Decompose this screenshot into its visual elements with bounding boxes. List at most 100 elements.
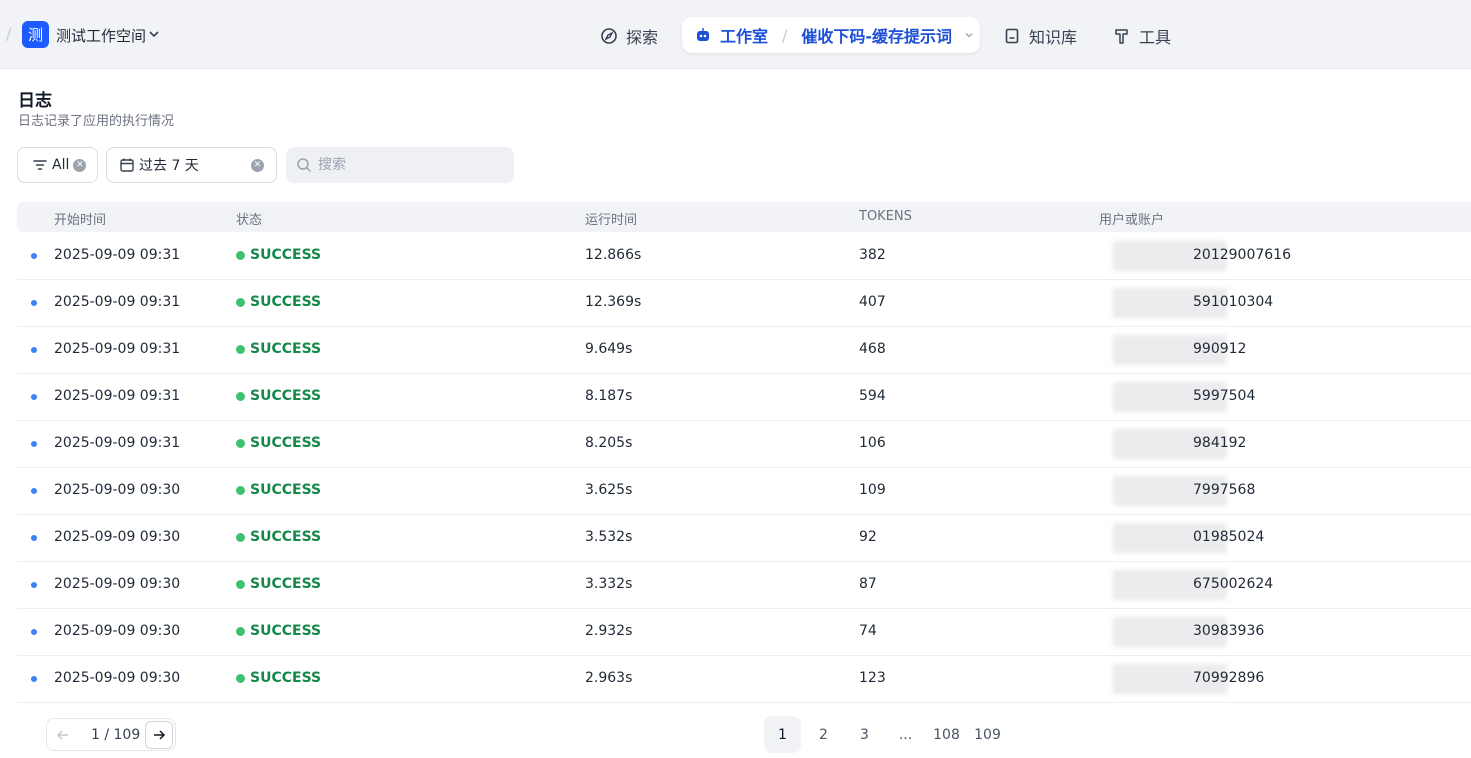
runtime: 2.963s xyxy=(585,670,633,686)
tokens: 123 xyxy=(859,670,886,686)
breadcrumb-separator: / xyxy=(782,25,788,45)
next-page-button[interactable] xyxy=(145,720,173,749)
tokens: 382 xyxy=(859,247,886,263)
clear-icon[interactable]: ✕ xyxy=(251,159,264,172)
date-range-filter[interactable]: 过去 7 天 ✕ xyxy=(106,147,277,183)
search-icon xyxy=(297,158,311,172)
start-time: 2025-09-09 09:30 xyxy=(54,576,181,592)
calendar-icon xyxy=(120,158,134,172)
status-badge: SUCCESS xyxy=(236,388,321,404)
table-row[interactable]: 2025-09-09 09:31 SUCCESS 12.369s 407 5910103… xyxy=(17,280,1471,327)
page-indicator: 1 / 109 xyxy=(91,726,141,743)
nav-studio[interactable]: 工作室 / 催收下码-缓存提示词 xyxy=(682,17,980,53)
status-badge: SUCCESS xyxy=(236,482,321,498)
tokens: 407 xyxy=(859,294,886,310)
table-row[interactable]: 2025-09-09 09:31 SUCCESS 8.187s 594 5997504 xyxy=(17,374,1471,421)
tokens: 92 xyxy=(859,529,877,545)
success-dot-icon xyxy=(236,626,245,636)
success-dot-icon xyxy=(236,344,245,354)
success-dot-icon xyxy=(236,673,245,683)
user-account: 01985024 xyxy=(1193,529,1265,545)
runtime: 3.625s xyxy=(585,482,633,498)
chevron-down-icon[interactable] xyxy=(148,28,160,40)
column-header-runtime[interactable]: 运行时间 xyxy=(585,209,637,228)
nav-tools[interactable]: 工具 xyxy=(1113,24,1171,48)
runtime: 9.649s xyxy=(585,341,633,357)
column-header-user[interactable]: 用户或账户 xyxy=(1099,209,1164,228)
page-number-button[interactable]: 1 xyxy=(764,716,801,753)
unread-dot xyxy=(31,488,37,494)
table-row[interactable]: 2025-09-09 09:30 SUCCESS 3.332s 87 675002624 xyxy=(17,562,1471,609)
previous-page-button[interactable] xyxy=(49,721,77,749)
start-time: 2025-09-09 09:30 xyxy=(54,529,181,545)
table-row[interactable]: 2025-09-09 09:30 SUCCESS 3.625s 109 7997568 xyxy=(17,468,1471,515)
nav-explore[interactable]: 探索 xyxy=(600,24,658,48)
page-navigator: 1 / 109 xyxy=(46,718,176,751)
page-number-button[interactable]: 108 xyxy=(928,716,965,753)
book-icon xyxy=(1005,28,1019,44)
tokens: 74 xyxy=(859,623,877,639)
search-box[interactable] xyxy=(286,147,514,183)
log-table-body: 2025-09-09 09:31 SUCCESS 12.866s 382 2012900… xyxy=(17,233,1471,703)
runtime: 2.932s xyxy=(585,623,633,639)
page-subtitle: 日志记录了应用的执行情况 xyxy=(18,114,175,129)
page-number-button[interactable]: 2 xyxy=(805,716,842,753)
user-account: 591010304 xyxy=(1193,294,1274,310)
workspace-avatar[interactable]: 测 xyxy=(22,21,49,48)
status-badge: SUCCESS xyxy=(236,623,321,639)
workspace-name[interactable]: 测试工作空间 xyxy=(56,25,146,46)
chevron-down-icon[interactable] xyxy=(964,30,974,40)
app-selector[interactable]: 催收下码-缓存提示词 xyxy=(801,23,952,47)
page-number-button[interactable]: 3 xyxy=(846,716,883,753)
clear-icon[interactable]: ✕ xyxy=(73,158,87,172)
tokens: 87 xyxy=(859,576,877,592)
success-dot-icon xyxy=(236,438,245,448)
start-time: 2025-09-09 09:31 xyxy=(54,294,181,310)
user-account: 70992896 xyxy=(1193,670,1265,686)
unread-dot xyxy=(31,582,37,588)
arrow-left-icon xyxy=(56,729,68,740)
success-dot-icon xyxy=(236,297,245,307)
column-header-status[interactable]: 状态 xyxy=(236,209,262,228)
unread-dot xyxy=(31,676,37,682)
table-row[interactable]: 2025-09-09 09:31 SUCCESS 8.205s 106 984192 xyxy=(17,421,1471,468)
status-badge: SUCCESS xyxy=(236,341,321,357)
compass-icon xyxy=(601,28,617,44)
unread-dot xyxy=(31,535,37,541)
hammer-icon xyxy=(1115,29,1128,44)
search-input[interactable] xyxy=(318,157,498,173)
table-row[interactable]: 2025-09-09 09:30 SUCCESS 3.532s 92 01985024 xyxy=(17,515,1471,562)
unread-dot xyxy=(31,629,37,635)
user-account: 984192 xyxy=(1193,435,1247,451)
nav-knowledge[interactable]: 知识库 xyxy=(1003,24,1077,48)
unread-dot xyxy=(31,394,37,400)
table-row[interactable]: 2025-09-09 09:30 SUCCESS 2.932s 74 30983936 xyxy=(17,609,1471,656)
status-badge: SUCCESS xyxy=(236,529,321,545)
table-row[interactable]: 2025-09-09 09:31 SUCCESS 9.649s 468 990912 xyxy=(17,327,1471,374)
status-badge: SUCCESS xyxy=(236,576,321,592)
start-time: 2025-09-09 09:30 xyxy=(54,670,181,686)
table-header: 开始时间 状态 运行时间 TOKENS 用户或账户 xyxy=(17,202,1471,232)
success-dot-icon xyxy=(236,250,245,260)
arrow-right-icon xyxy=(154,729,166,740)
runtime: 3.332s xyxy=(585,576,633,592)
status-filter[interactable]: All ✕ xyxy=(17,147,98,183)
page-number-button[interactable]: 109 xyxy=(969,716,1006,753)
nav-explore-label: 探索 xyxy=(626,28,659,47)
column-header-start-time[interactable]: 开始时间 xyxy=(54,209,106,228)
start-time: 2025-09-09 09:31 xyxy=(54,435,181,451)
status-badge: SUCCESS xyxy=(236,670,321,686)
table-row[interactable]: 2025-09-09 09:30 SUCCESS 2.963s 123 70992896 xyxy=(17,656,1471,703)
runtime: 3.532s xyxy=(585,529,633,545)
date-range-value: 过去 7 天 xyxy=(139,158,199,174)
start-time: 2025-09-09 09:30 xyxy=(54,482,181,498)
success-dot-icon xyxy=(236,532,245,542)
start-time: 2025-09-09 09:31 xyxy=(54,341,181,357)
unread-dot xyxy=(31,300,37,306)
table-row[interactable]: 2025-09-09 09:31 SUCCESS 12.866s 382 2012900… xyxy=(17,233,1471,280)
runtime: 8.187s xyxy=(585,388,633,404)
start-time: 2025-09-09 09:30 xyxy=(54,623,181,639)
breadcrumb-separator: / xyxy=(6,24,12,43)
status-badge: SUCCESS xyxy=(236,435,321,451)
column-header-tokens[interactable]: TOKENS xyxy=(859,209,912,224)
